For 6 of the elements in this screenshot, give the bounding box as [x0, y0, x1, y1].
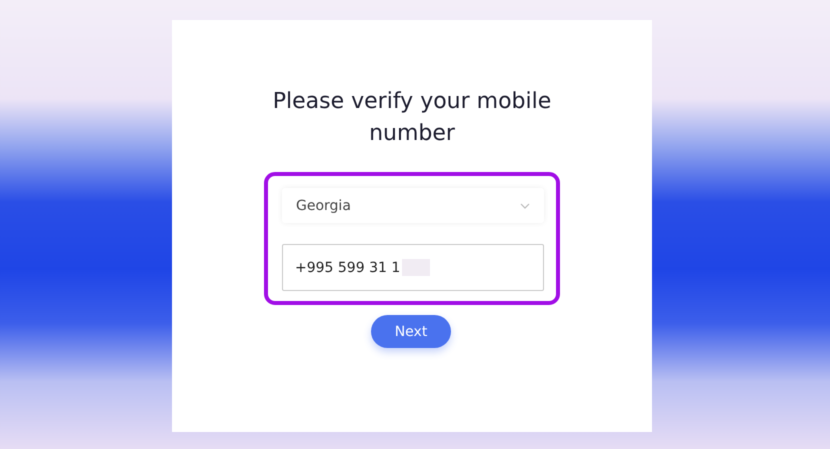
country-select[interactable]: Georgia	[282, 188, 544, 223]
page-title: Please verify your mobile number	[272, 88, 552, 148]
chevron-down-icon	[520, 202, 530, 208]
phone-field[interactable]: +995 599 31 1	[282, 244, 544, 291]
next-button[interactable]: Next	[371, 315, 451, 348]
phone-value: +995 599 31 1	[295, 260, 400, 276]
